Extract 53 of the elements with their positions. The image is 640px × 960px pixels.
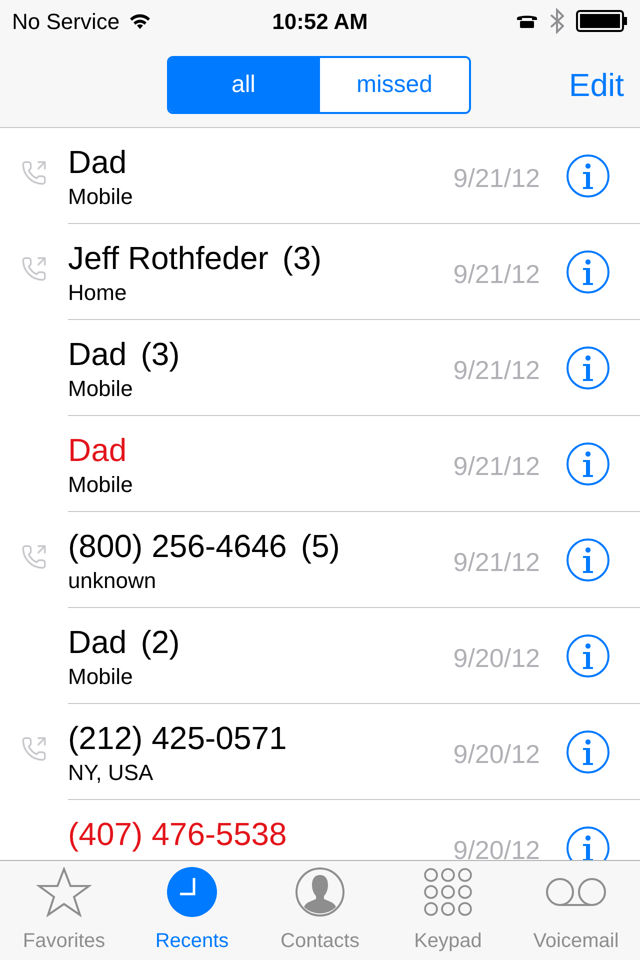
phone-type: NY, USA [68, 758, 154, 786]
phone-type: Home [68, 278, 128, 306]
segment-tab[interactable]: all [169, 58, 318, 112]
phone-type: Mobile [68, 374, 134, 402]
info-icon[interactable] [566, 250, 610, 294]
caller-name: Dad [68, 142, 127, 182]
call-date: 9/20/12 [453, 834, 540, 860]
call-date: 9/20/12 [453, 738, 540, 771]
caller-name: (212) 425-0571 [68, 718, 287, 758]
call-count: (2) [140, 622, 180, 662]
tab-bar-item[interactable]: Keypad [384, 861, 512, 960]
tab-bar-item[interactable]: Voicemail [512, 861, 640, 960]
segment-tab[interactable]: missed [318, 58, 469, 112]
caller-name: Dad [68, 430, 127, 470]
edit-button[interactable]: Edit [568, 60, 624, 108]
call-count: (3) [282, 238, 322, 278]
bluetooth-icon [550, 8, 564, 34]
info-icon[interactable] [566, 442, 610, 486]
wifi-icon [128, 12, 152, 30]
call-date: 9/21/12 [453, 162, 540, 195]
info-icon[interactable] [566, 538, 610, 582]
phone-type: unknown [68, 566, 158, 594]
info-icon[interactable] [566, 730, 610, 774]
tty-icon [516, 13, 538, 29]
info-icon[interactable] [566, 154, 610, 198]
phone-type: Mobile [68, 470, 134, 498]
carrier-label: No Service [12, 8, 120, 36]
call-date: 9/21/12 [453, 258, 540, 291]
tab-bar-item[interactable]: Recents [128, 861, 256, 960]
caller-name: Dad [68, 622, 127, 662]
clock-icon [167, 867, 217, 917]
caller-name: Dad [68, 334, 127, 374]
phone-type: Mobile [68, 182, 134, 210]
caller-name: Jeff Rothfeder [68, 238, 268, 278]
info-icon[interactable] [566, 826, 610, 860]
call-date: 9/21/12 [453, 546, 540, 579]
call-count: (5) [300, 526, 340, 566]
battery-icon [576, 10, 628, 32]
info-icon[interactable] [566, 634, 610, 678]
call-date: 9/21/12 [453, 354, 540, 387]
star-icon [36, 867, 92, 917]
call-date: 9/21/12 [453, 450, 540, 483]
call-count: (3) [140, 334, 180, 374]
tab-bar-item[interactable]: Favorites [0, 861, 128, 960]
clock-time: 10:52 AM [272, 8, 368, 36]
person-icon [295, 867, 345, 917]
call-date: 9/20/12 [453, 642, 540, 675]
tab-bar-item[interactable]: Contacts [256, 861, 384, 960]
info-icon[interactable] [566, 346, 610, 390]
keypad-icon [423, 867, 473, 917]
phone-type: Mobile [68, 662, 134, 690]
caller-name: (800) 256-4646 [68, 526, 287, 566]
caller-name: (407) 476-5538 [68, 814, 287, 854]
